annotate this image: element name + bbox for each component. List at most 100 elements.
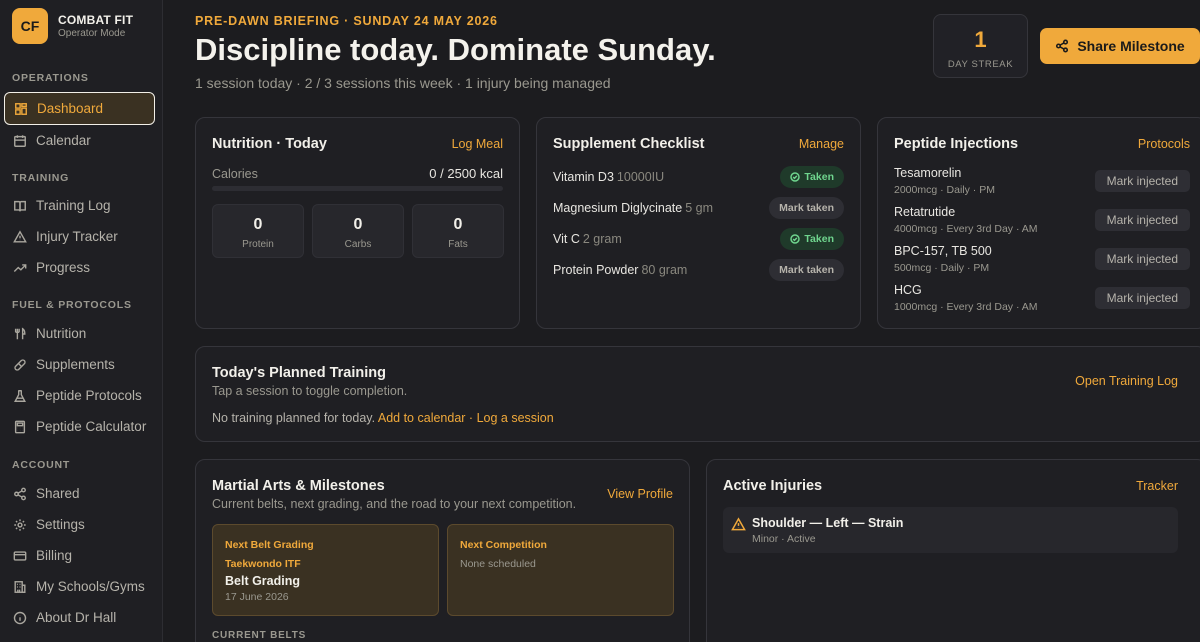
sidebar-item-label: Training Log bbox=[36, 198, 111, 213]
log-session-link[interactable]: Log a session bbox=[477, 411, 554, 425]
share-milestone-label: Share Milestone bbox=[1077, 38, 1185, 54]
mark-injected-button[interactable]: Mark injected bbox=[1094, 170, 1190, 192]
sidebar-item-label: Progress bbox=[36, 260, 91, 275]
sidebar-item-billing[interactable]: Billing bbox=[0, 540, 162, 571]
link-separator: · bbox=[468, 411, 474, 425]
list-item: Vitamin D3 10000IU Taken bbox=[553, 166, 860, 188]
injury-tracker-link[interactable]: Tracker bbox=[1136, 479, 1178, 493]
macro-label: Fats bbox=[448, 239, 468, 250]
sidebar-item-peptide-protocols[interactable]: Peptide Protocols bbox=[0, 380, 162, 411]
sidebar-item-label: About Dr Hall bbox=[36, 610, 117, 625]
add-to-calendar-link[interactable]: Add to calendar bbox=[378, 411, 466, 425]
grading-event: Belt Grading bbox=[225, 574, 301, 588]
injury-item[interactable]: Shoulder — Left — Strain Minor · Active bbox=[723, 507, 1178, 553]
mark-taken-button[interactable]: Mark taken bbox=[769, 197, 844, 219]
sidebar-item-label: Injury Tracker bbox=[36, 229, 118, 244]
sidebar-item-shared[interactable]: Shared bbox=[0, 478, 162, 509]
sidebar-item-dashboard[interactable]: Dashboard bbox=[4, 92, 155, 125]
calories-label: Calories bbox=[212, 167, 258, 181]
grading-heading: Next Belt Grading bbox=[225, 539, 314, 551]
supplement-name: Vit C2 gram bbox=[553, 232, 622, 246]
sidebar-item-calendar[interactable]: Calendar bbox=[0, 125, 162, 156]
info-icon bbox=[12, 610, 28, 626]
log-meal-link[interactable]: Log Meal bbox=[452, 137, 503, 151]
streak-value: 1 bbox=[974, 27, 987, 52]
supplement-checklist-card: Supplement Checklist Manage Vitamin D3 10… bbox=[536, 117, 861, 329]
sidebar-item-peptide-calculator[interactable]: Peptide Calculator bbox=[0, 411, 162, 442]
active-injuries-card: Active Injuries Tracker Shoulder — Left … bbox=[706, 459, 1200, 642]
supplement-taken-badge[interactable]: Taken bbox=[780, 228, 844, 250]
macro-value: 0 bbox=[453, 216, 463, 233]
next-competition-panel[interactable]: Next Competition None scheduled bbox=[447, 524, 674, 616]
martial-subtitle: Current belts, next grading, and the roa… bbox=[212, 497, 577, 511]
view-profile-link[interactable]: View Profile bbox=[607, 487, 673, 501]
share-milestone-button[interactable]: Share Milestone bbox=[1040, 28, 1200, 64]
sidebar-item-label: Peptide Protocols bbox=[36, 388, 142, 403]
streak-label: DAY STREAK bbox=[947, 59, 1014, 70]
open-training-log-link[interactable]: Open Training Log bbox=[1075, 374, 1178, 388]
next-belt-grading-panel[interactable]: Next Belt Grading Taekwondo ITF Belt Gra… bbox=[212, 524, 439, 616]
macro-carbs: 0 Carbs bbox=[312, 204, 404, 258]
mark-taken-button[interactable]: Mark taken bbox=[769, 259, 844, 281]
supplement-name: Protein Powder 80 gram bbox=[553, 263, 688, 277]
martial-arts-card: Martial Arts & Milestones Current belts,… bbox=[195, 459, 690, 642]
briefing-date: PRE-DAWN BRIEFING · SUNDAY 24 MAY 2026 bbox=[195, 14, 498, 28]
mark-injected-button[interactable]: Mark injected bbox=[1094, 248, 1190, 270]
current-belts-heading: CURRENT BELTS bbox=[212, 630, 307, 641]
supplement-name: Vitamin D3 10000IU bbox=[553, 170, 665, 184]
sidebar-item-supplements[interactable]: Supplements bbox=[0, 349, 162, 380]
nav-section-training: TRAINING bbox=[12, 172, 70, 184]
training-subtitle: Tap a session to toggle completion. bbox=[212, 384, 408, 398]
pill-icon bbox=[12, 357, 28, 373]
macro-label: Carbs bbox=[344, 239, 372, 250]
sidebar-item-nutrition[interactable]: Nutrition bbox=[0, 318, 162, 349]
sidebar-item-injury-tracker[interactable]: Injury Tracker bbox=[0, 221, 162, 252]
peptide-title: Peptide Injections bbox=[894, 136, 1019, 152]
share-icon bbox=[12, 486, 28, 502]
supplement-title: Supplement Checklist bbox=[553, 136, 705, 152]
sidebar-item-settings[interactable]: Settings bbox=[0, 509, 162, 540]
day-streak-counter: 1 DAY STREAK bbox=[933, 14, 1028, 78]
list-item: BPC-157, TB 500 500mcg · Daily · PM Mark… bbox=[894, 244, 1200, 278]
sidebar-item-label: Calendar bbox=[36, 133, 91, 148]
nav-section-account: ACCOUNT bbox=[12, 459, 71, 471]
manage-supplements-link[interactable]: Manage bbox=[799, 137, 844, 151]
sidebar-item-label: Dashboard bbox=[37, 101, 104, 116]
calculator-icon bbox=[12, 419, 28, 435]
brand[interactable]: CF COMBAT FIT Operator Mode bbox=[0, 3, 162, 49]
calendar-icon bbox=[12, 133, 28, 149]
sidebar-item-training-log[interactable]: Training Log bbox=[0, 190, 162, 221]
dashboard-icon bbox=[13, 101, 29, 117]
mark-injected-button[interactable]: Mark injected bbox=[1094, 209, 1190, 231]
grading-style: Taekwondo ITF bbox=[225, 558, 301, 570]
list-item: Magnesium Diglycinate 5 gm Mark taken bbox=[553, 197, 860, 219]
brand-name: COMBAT FIT bbox=[58, 13, 134, 27]
sidebar-item-label: Nutrition bbox=[36, 326, 87, 341]
macro-label: Protein bbox=[242, 239, 274, 250]
check-circle-icon bbox=[790, 172, 801, 182]
list-item: Vit C2 gram Taken bbox=[553, 228, 860, 250]
nav-section-fuel: FUEL & PROTOCOLS bbox=[12, 299, 132, 311]
sidebar-item-progress[interactable]: Progress bbox=[0, 252, 162, 283]
sidebar-item-label: My Schools/Gyms bbox=[36, 579, 145, 594]
sidebar-item-label: Billing bbox=[36, 548, 73, 563]
supplement-taken-badge[interactable]: Taken bbox=[780, 166, 844, 188]
book-icon bbox=[12, 198, 28, 214]
competition-value: None scheduled bbox=[460, 558, 536, 570]
sidebar-item-about[interactable]: About Dr Hall bbox=[0, 602, 162, 633]
macro-value: 0 bbox=[253, 216, 263, 233]
sidebar-item-my-schools[interactable]: My Schools/Gyms bbox=[0, 571, 162, 602]
calories-progress-bar bbox=[212, 186, 503, 191]
list-item: Protein Powder 80 gram Mark taken bbox=[553, 259, 860, 281]
macro-fats: 0 Fats bbox=[412, 204, 504, 258]
planned-training-card: Today's Planned Training Tap a session t… bbox=[195, 346, 1200, 442]
sidebar-item-label: Supplements bbox=[36, 357, 115, 372]
grading-date: 17 June 2026 bbox=[225, 591, 289, 603]
protocols-link[interactable]: Protocols bbox=[1138, 137, 1190, 151]
warning-icon bbox=[12, 229, 28, 245]
list-item: HCG 1000mcg · Every 3rd Day · AM Mark in… bbox=[894, 283, 1200, 317]
page-subtitle: 1 session today · 2 / 3 sessions this we… bbox=[195, 75, 611, 91]
mark-injected-button[interactable]: Mark injected bbox=[1094, 287, 1190, 309]
credit-card-icon bbox=[12, 548, 28, 564]
share-icon bbox=[1055, 39, 1077, 53]
